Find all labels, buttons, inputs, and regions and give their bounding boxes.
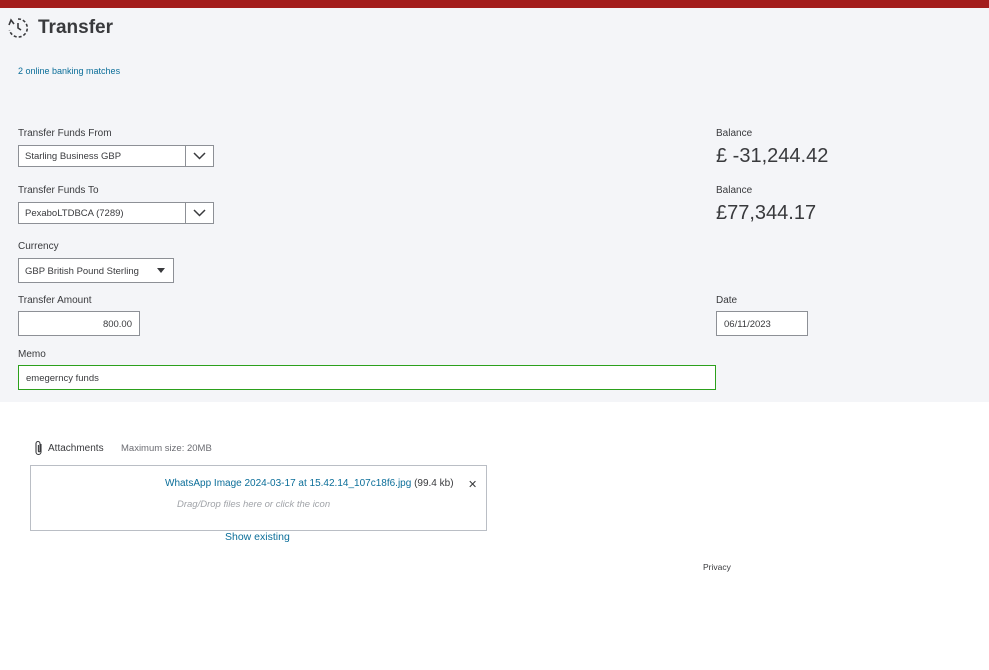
privacy-link[interactable]: Privacy <box>703 562 731 572</box>
attachments-max-size: Maximum size: 20MB <box>121 443 212 454</box>
top-accent-bar <box>0 0 989 8</box>
transfer-amount-value: 800.00 <box>102 319 132 330</box>
drag-drop-hint: Drag/Drop files here or click the icon <box>177 499 331 510</box>
currency-select[interactable]: GBP British Pound Sterling <box>18 258 174 283</box>
page-title: Transfer <box>38 17 113 38</box>
transfer-amount-label: Transfer Amount <box>18 295 92 306</box>
currency-label: Currency <box>18 241 59 252</box>
transfer-to-value: PexaboLTDBCA (7289) <box>25 208 124 219</box>
attachment-file-size: (99.4 kb) <box>414 478 454 489</box>
chevron-down-icon <box>193 152 206 160</box>
chevron-down-icon <box>193 209 206 217</box>
transfer-to-dropdown-button[interactable] <box>185 203 213 223</box>
paperclip-icon[interactable] <box>33 440 45 456</box>
to-balance-label: Balance <box>716 185 753 196</box>
transfer-to-label: Transfer Funds To <box>18 185 99 196</box>
transfer-from-label: Transfer Funds From <box>18 128 112 139</box>
transfer-recurring-icon <box>8 18 29 38</box>
memo-label: Memo <box>18 349 46 360</box>
transfer-from-value: Starling Business GBP <box>25 151 122 162</box>
date-input[interactable]: 06/11/2023 <box>716 311 808 336</box>
date-value: 06/11/2023 <box>724 319 771 330</box>
from-balance-value: £ -31,244.42 <box>716 145 829 167</box>
attachment-file-row: WhatsApp Image 2024-03-17 at 15.42.14_10… <box>165 478 454 489</box>
online-banking-matches-link[interactable]: 2 online banking matches <box>18 66 120 76</box>
remove-attachment-icon[interactable]: ✕ <box>468 478 477 491</box>
attachments-label: Attachments <box>48 443 104 454</box>
date-label: Date <box>716 295 738 306</box>
transfer-amount-input[interactable]: 800.00 <box>18 311 140 336</box>
transfer-to-combo[interactable]: PexaboLTDBCA (7289) <box>18 202 214 224</box>
caret-down-icon <box>157 268 165 273</box>
memo-value: emegerncy funds <box>26 373 99 384</box>
show-existing-link[interactable]: Show existing <box>225 531 290 543</box>
attachment-dropzone[interactable]: WhatsApp Image 2024-03-17 at 15.42.14_10… <box>30 465 487 531</box>
from-balance-label: Balance <box>716 128 753 139</box>
transfer-from-combo[interactable]: Starling Business GBP <box>18 145 214 167</box>
transfer-from-dropdown-button[interactable] <box>185 146 213 166</box>
attachment-file-link[interactable]: WhatsApp Image 2024-03-17 at 15.42.14_10… <box>165 478 411 489</box>
memo-textarea[interactable]: emegerncy funds <box>18 365 716 390</box>
to-balance-value: £77,344.17 <box>716 202 817 224</box>
currency-value: GBP British Pound Sterling <box>25 266 139 277</box>
